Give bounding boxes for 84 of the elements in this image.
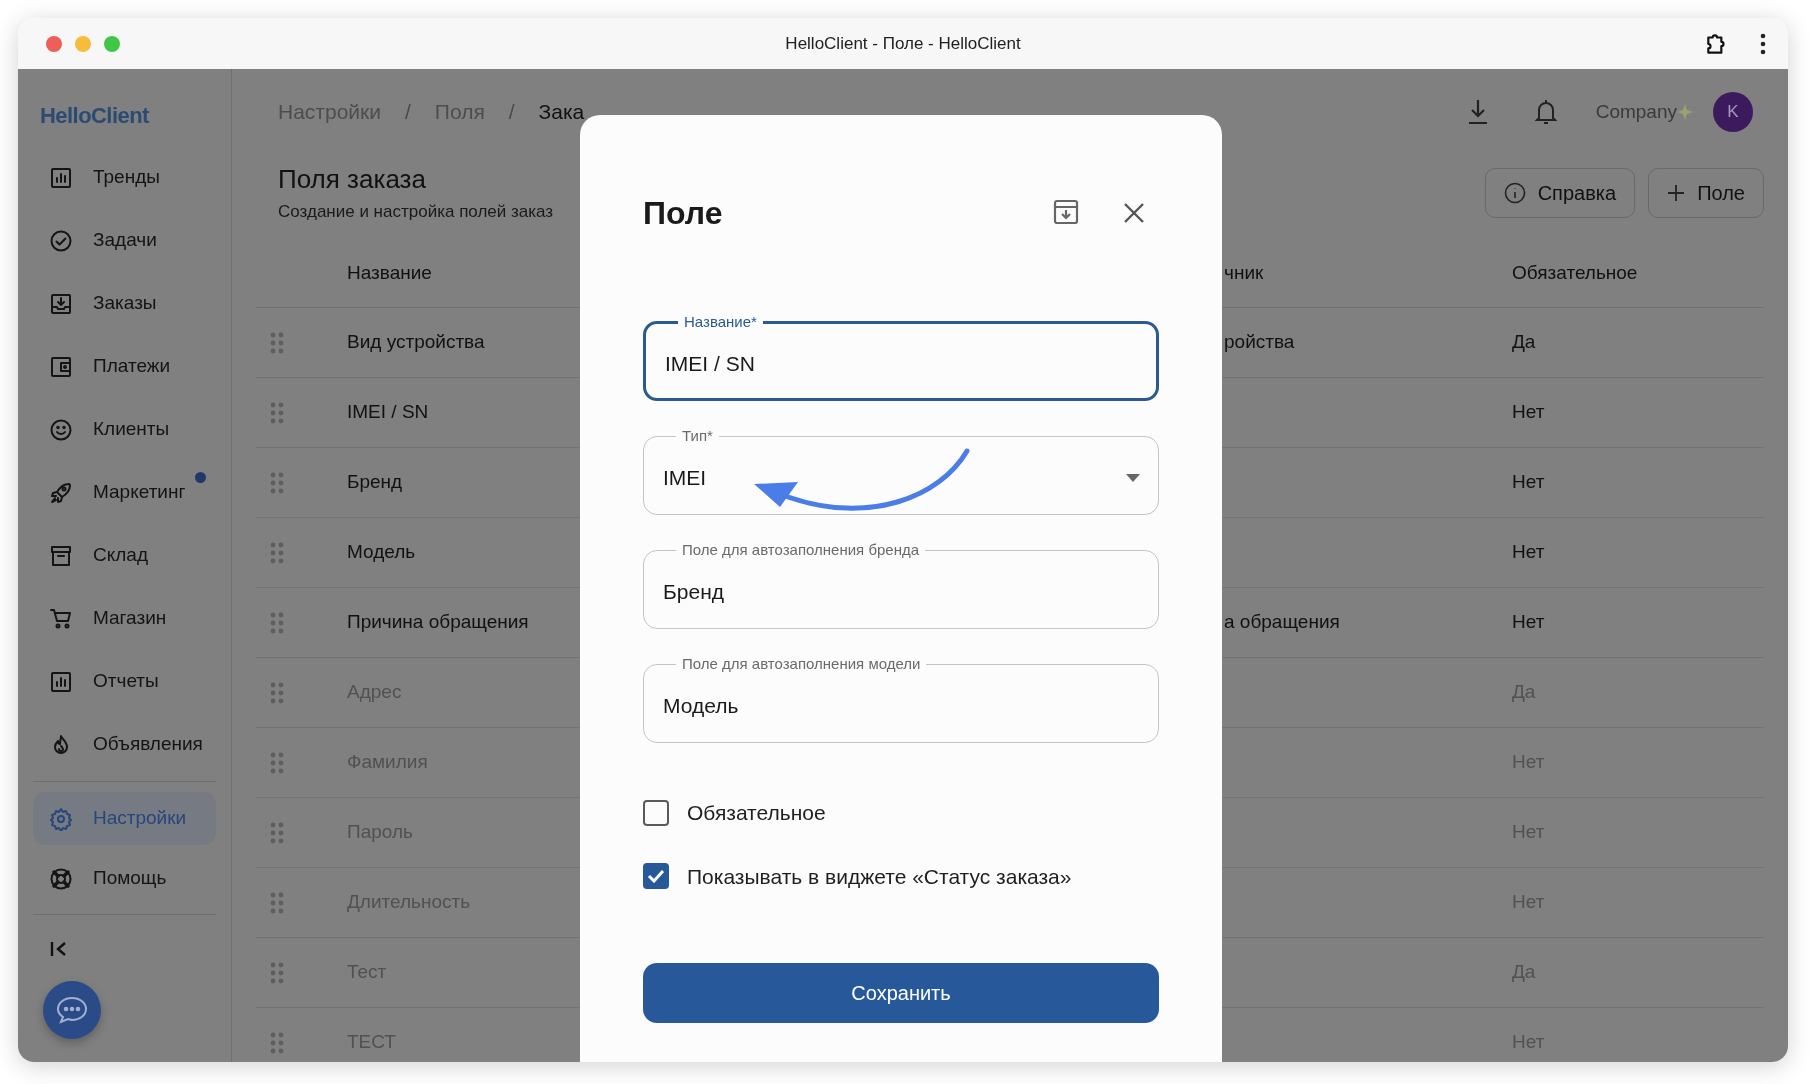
checkbox-label: Показывать в виджете «Статус заказа» [687, 863, 1072, 890]
cart-icon [49, 606, 73, 631]
rocket-icon [49, 480, 73, 505]
drag-handle-icon[interactable] [270, 611, 284, 634]
drag-handle-icon[interactable] [270, 541, 284, 564]
table-cell-text: Нет [1512, 400, 1545, 425]
drag-handle-icon[interactable] [270, 1031, 284, 1054]
collapse-sidebar-icon[interactable] [50, 940, 68, 958]
sidebar-item[interactable]: Тренды [33, 151, 216, 204]
sidebar-item[interactable]: Магазин [33, 592, 216, 645]
gear-icon [49, 806, 73, 831]
table-cell-text: ройства [1224, 330, 1295, 355]
minimize-window-control[interactable] [75, 35, 91, 52]
dropdown-caret-icon [1126, 474, 1140, 482]
column-header: Обязательное [1512, 261, 1639, 286]
checkbox[interactable] [643, 799, 669, 826]
breadcrumb-separator: / [405, 99, 411, 126]
drag-handle-icon[interactable] [270, 961, 284, 984]
sidebar-item[interactable]: Клиенты [33, 403, 216, 456]
checkbox-label: Обязательное [687, 800, 826, 826]
column-header: чник [1224, 261, 1265, 286]
drag-handle-icon[interactable] [270, 891, 284, 914]
drag-handle-icon[interactable] [270, 471, 284, 494]
drag-handle-icon[interactable] [270, 821, 284, 844]
company-name[interactable]: Company [1595, 97, 1677, 127]
input-field[interactable]: Поле для автозаполнения бренда Бренд [643, 541, 1159, 629]
page-title: Поля заказа [278, 164, 427, 194]
lifebuoy-icon [49, 866, 73, 891]
sidebar-item[interactable]: Заказы [33, 277, 216, 330]
archive-box-icon [49, 543, 73, 568]
maximize-window-control[interactable] [104, 35, 120, 52]
table-cell-text: IMEI / SN [347, 400, 429, 425]
chat-button[interactable] [43, 981, 101, 1039]
archive-icon[interactable] [1053, 199, 1079, 225]
checkbox[interactable] [643, 863, 669, 890]
sidebar-item[interactable]: Склад [33, 529, 216, 582]
bell-icon[interactable] [1533, 98, 1558, 126]
table-cell-text: Вид устройства [347, 330, 485, 355]
drag-handle-icon[interactable] [270, 401, 284, 424]
sidebar-item[interactable]: Отчеты [33, 655, 216, 708]
sidebar-item[interactable]: Платежи [33, 340, 216, 393]
field-label: Поле для автозаполнения бренда [681, 541, 921, 559]
field-label: Название* [683, 313, 758, 331]
field-label: Тип* [681, 427, 714, 445]
save-button[interactable]: Сохранить [643, 963, 1159, 1023]
sidebar-item[interactable]: Задачи [33, 214, 216, 267]
drag-handle-icon[interactable] [270, 331, 284, 354]
table-cell-text: Бренд [347, 470, 403, 495]
table-cell-text: Нет [1512, 470, 1545, 495]
table-cell-text: Нет [1512, 540, 1545, 565]
sidebar-item[interactable]: Помощь [33, 852, 216, 905]
column-header: Название [347, 261, 433, 286]
field-label: Поле для автозаполнения модели [681, 655, 922, 673]
dialog-title: Поле [643, 194, 723, 233]
bar-chart-icon [49, 165, 73, 190]
breadcrumb-link[interactable]: Зака [538, 96, 585, 128]
menu-icon[interactable] [1760, 32, 1766, 55]
table-cell-text: Да [1512, 330, 1536, 355]
table-cell-text: Модель [347, 540, 416, 565]
table-cell-text: Причина обращения [347, 610, 529, 635]
window-title: HelloClient - Поле - HelloClient [785, 32, 1021, 55]
add-field-button[interactable]: Поле [1648, 168, 1764, 218]
help-button[interactable]: Справка [1484, 168, 1636, 218]
check-circle-icon [49, 228, 73, 253]
check-icon [647, 869, 665, 884]
smiley-icon [49, 417, 73, 442]
bar-chart-icon [49, 669, 73, 694]
close-icon[interactable] [1123, 202, 1145, 224]
inbox-download-icon [49, 291, 73, 316]
plus-icon [1667, 184, 1686, 202]
sparkle-icon [1677, 104, 1693, 120]
page-subtitle: Создание и настройка полей заказ [278, 201, 555, 223]
chat-bubble-icon [55, 995, 89, 1025]
wallet-icon [49, 354, 73, 379]
drag-handle-icon[interactable] [270, 751, 284, 774]
close-window-control[interactable] [46, 35, 62, 52]
drag-handle-icon[interactable] [270, 681, 284, 704]
user-avatar[interactable]: K [1713, 92, 1753, 132]
sidebar-item[interactable]: Маркетинг [33, 466, 216, 519]
info-icon [1503, 182, 1526, 204]
table-cell-text: а обращения [1224, 610, 1340, 635]
sidebar-item[interactable]: Объявления [33, 718, 216, 771]
breadcrumb-separator: / [508, 99, 515, 126]
table-cell-text: Нет [1512, 610, 1545, 635]
